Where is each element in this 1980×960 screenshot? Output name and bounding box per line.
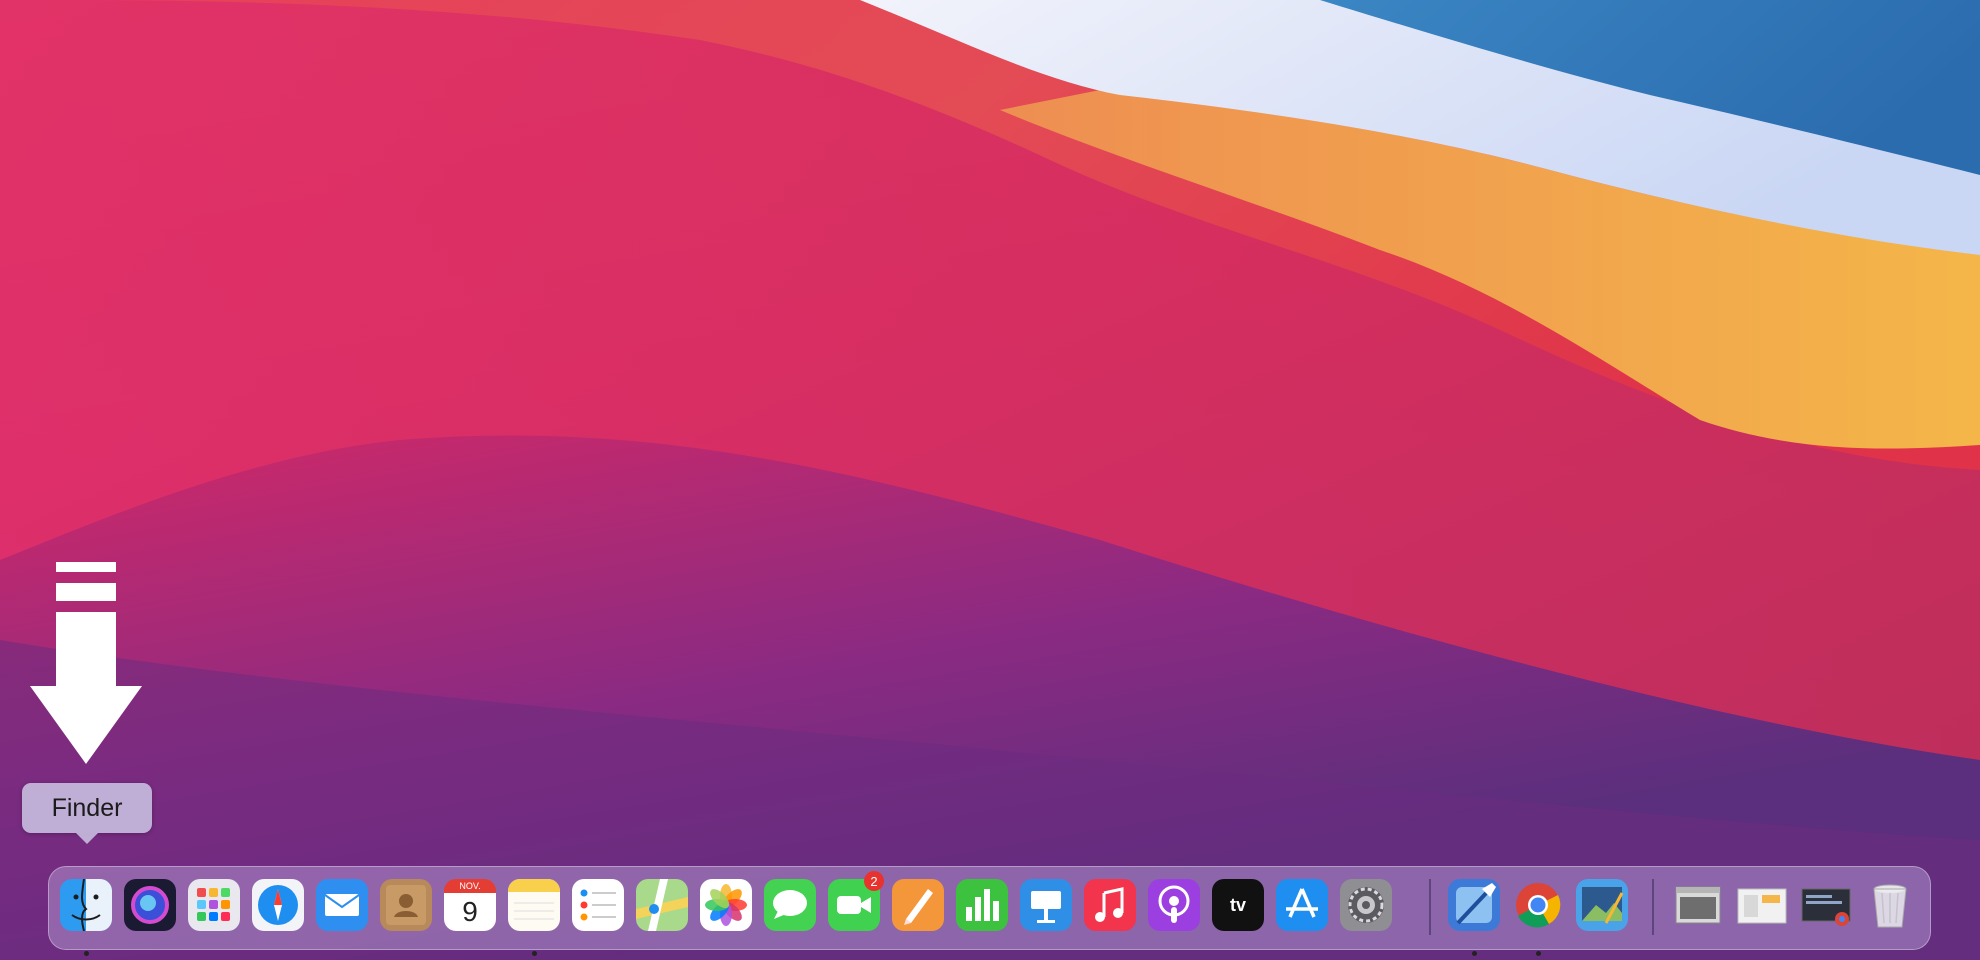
arrow-stripe <box>56 562 116 572</box>
dock-item-siri[interactable] <box>122 877 178 933</box>
photos-icon <box>700 879 752 931</box>
running-indicator <box>532 951 537 956</box>
dock-item-xcode[interactable] <box>1446 877 1502 956</box>
dock-item-mail[interactable] <box>314 877 370 933</box>
dock-item-music[interactable] <box>1082 877 1138 933</box>
app-store-icon <box>1276 879 1328 931</box>
dock-separator <box>1652 879 1654 935</box>
dock: NOV. 9 2 tv <box>48 866 1931 956</box>
music-icon <box>1084 879 1136 931</box>
dock-item-apple-tv[interactable]: tv <box>1210 877 1266 933</box>
siri-icon <box>124 879 176 931</box>
running-indicator <box>84 951 89 956</box>
dock-item-chrome[interactable] <box>1510 877 1566 956</box>
chrome-icon <box>1512 879 1564 931</box>
dock-item-reminders[interactable] <box>570 877 626 933</box>
podcasts-icon <box>1148 879 1200 931</box>
running-indicator <box>1536 951 1541 956</box>
downloads-stack-icon <box>1736 879 1788 931</box>
reminders-icon <box>572 879 624 931</box>
dock-item-calendar[interactable]: NOV. 9 <box>442 877 498 933</box>
dock-item-messages[interactable] <box>762 877 818 933</box>
preview-icon <box>1576 879 1628 931</box>
gear-icon <box>1340 879 1392 931</box>
dock-item-finder[interactable] <box>58 877 114 956</box>
arrow-stripe <box>56 583 116 601</box>
dock-separator <box>1429 879 1431 935</box>
mail-icon <box>316 879 368 931</box>
dock-stack-downloads[interactable] <box>1734 877 1790 933</box>
numbers-icon <box>956 879 1008 931</box>
calendar-day: 9 <box>444 893 496 931</box>
calendar-month: NOV. <box>444 879 496 893</box>
dock-item-launchpad[interactable] <box>186 877 242 933</box>
dock-stack-documents[interactable] <box>1670 877 1726 933</box>
notes-icon <box>508 879 560 931</box>
trash-icon <box>1864 879 1916 931</box>
dock-item-app-store[interactable] <box>1274 877 1330 933</box>
dock-item-contacts[interactable] <box>378 877 434 933</box>
dock-item-facetime[interactable]: 2 <box>826 871 884 933</box>
dock-tooltip: Finder <box>22 783 152 844</box>
dock-item-system-preferences[interactable] <box>1338 877 1394 933</box>
arrow-shaft <box>56 612 116 688</box>
contacts-icon <box>380 879 432 931</box>
maps-icon <box>636 879 688 931</box>
running-indicator <box>1472 951 1477 956</box>
dock-stack-screenshots[interactable] <box>1798 877 1854 933</box>
messages-icon <box>764 879 816 931</box>
finder-icon <box>60 879 112 931</box>
safari-icon <box>252 879 304 931</box>
apple-tv-icon: tv <box>1212 879 1264 931</box>
dock-item-maps[interactable] <box>634 877 690 933</box>
dock-item-photos[interactable] <box>698 877 754 933</box>
desktop-wallpaper <box>0 0 1980 960</box>
dock-item-trash[interactable] <box>1862 877 1918 933</box>
down-arrow-overlay-icon <box>28 562 144 766</box>
keynote-icon <box>1020 879 1072 931</box>
dock-item-preview[interactable] <box>1574 877 1630 933</box>
notification-badge: 2 <box>864 871 884 891</box>
dock-item-safari[interactable] <box>250 877 306 933</box>
launchpad-icon <box>188 879 240 931</box>
dock-item-numbers[interactable] <box>954 877 1010 933</box>
dock-item-podcasts[interactable] <box>1146 877 1202 933</box>
arrow-head <box>30 686 142 764</box>
documents-stack-icon <box>1672 879 1724 931</box>
xcode-icon <box>1448 879 1500 931</box>
calendar-icon: NOV. 9 <box>444 879 496 931</box>
apple-tv-label: tv <box>1229 895 1246 915</box>
screenshots-stack-icon <box>1800 879 1852 931</box>
dock-item-pages[interactable] <box>890 877 946 933</box>
dock-item-notes[interactable] <box>506 877 562 956</box>
dock-item-keynote[interactable] <box>1018 877 1074 933</box>
pages-icon <box>892 879 944 931</box>
